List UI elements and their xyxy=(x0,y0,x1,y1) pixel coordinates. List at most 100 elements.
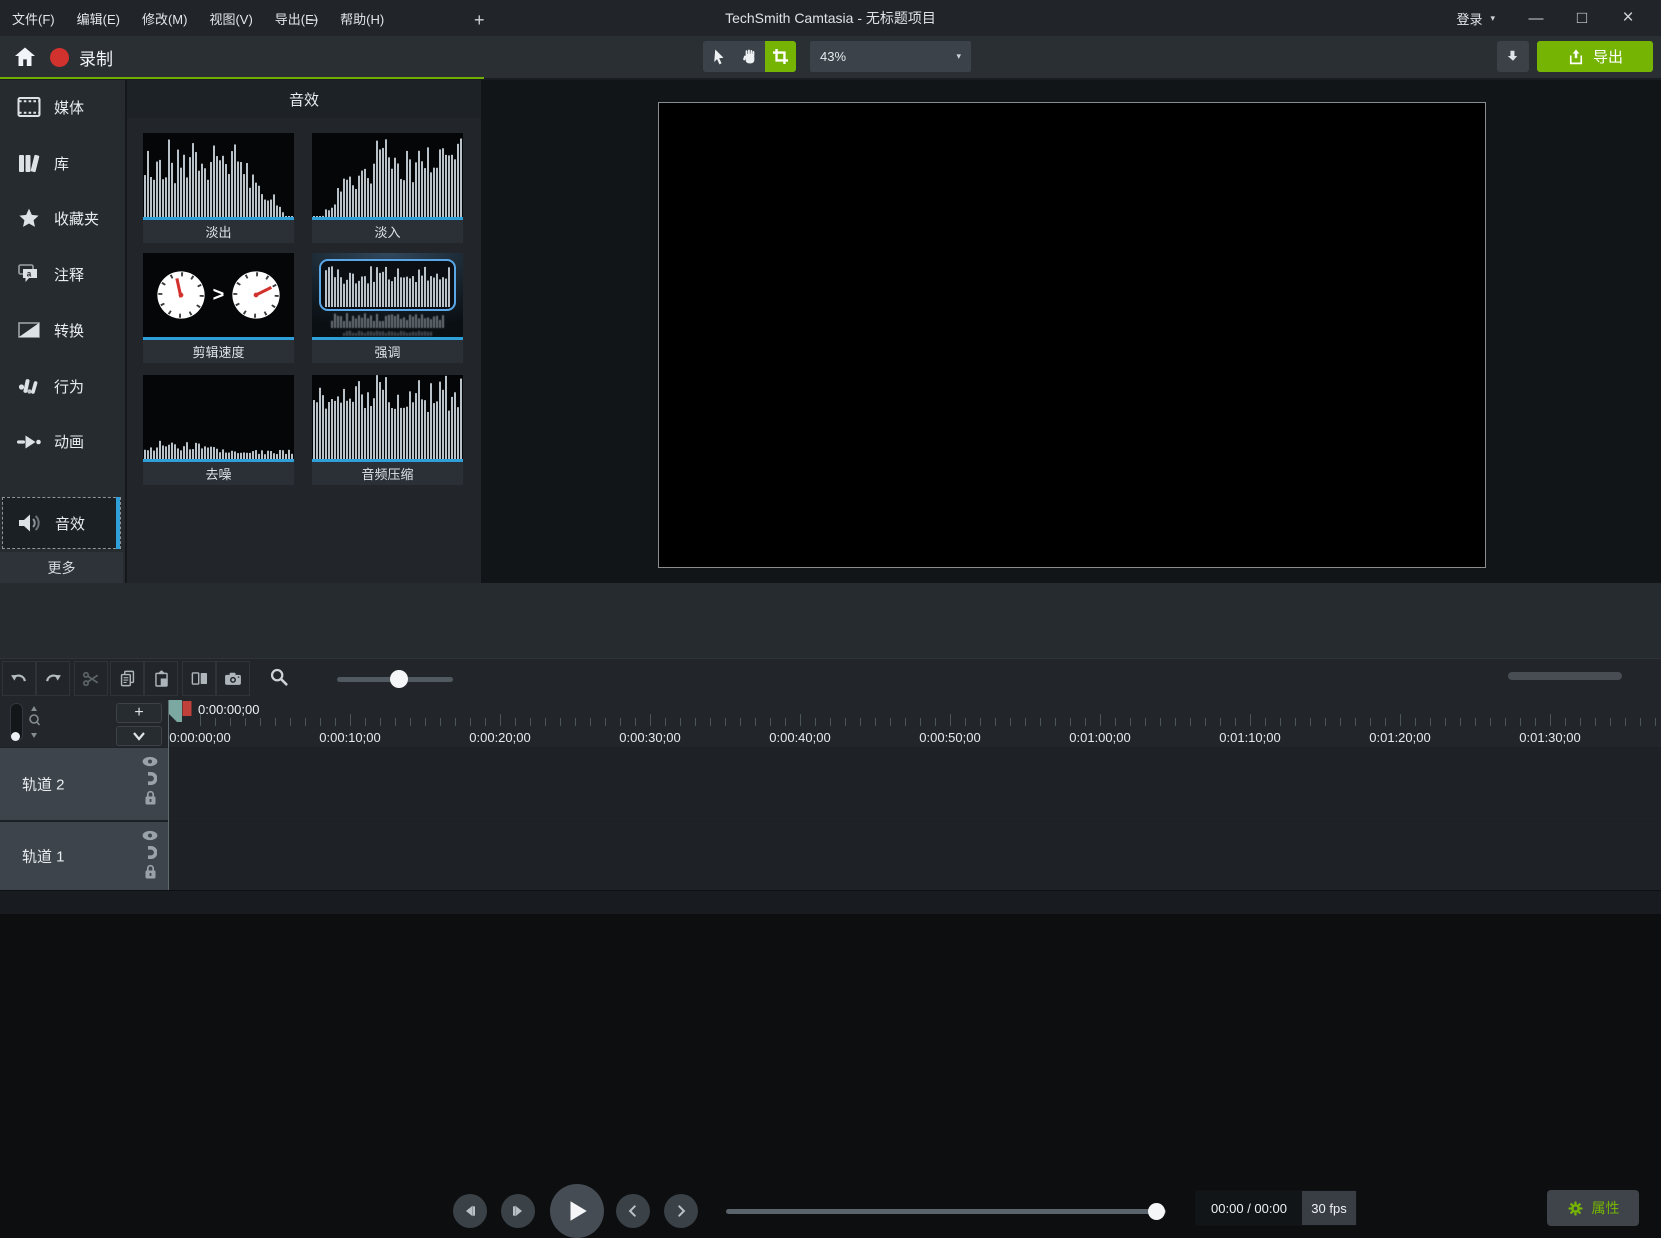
redo-button[interactable] xyxy=(36,661,70,696)
split-button[interactable] xyxy=(182,661,216,696)
track-1-header[interactable]: 轨道 1 xyxy=(0,822,168,890)
sidebar-item-media[interactable]: 媒体 xyxy=(2,81,121,133)
timeline-zoom-out-button[interactable]: − xyxy=(308,10,319,31)
annotation-icon: a xyxy=(16,263,42,285)
sidebar-item-audio-effects[interactable]: 音效 xyxy=(2,497,121,549)
jump-forward-button[interactable] xyxy=(664,1194,698,1228)
effect-card-audio-compression[interactable]: 音频压缩 xyxy=(312,375,463,485)
menu-modify[interactable]: 修改(M) xyxy=(142,9,188,28)
menu-edit[interactable]: 编辑(E) xyxy=(77,9,120,28)
eye-icon[interactable] xyxy=(142,830,158,841)
effect-thumbnail xyxy=(312,375,463,459)
next-frame-button[interactable] xyxy=(501,1194,535,1228)
sidebar-item-library[interactable]: 库 xyxy=(2,137,121,189)
sidebar-item-transitions[interactable]: 转换 xyxy=(2,304,121,356)
scrubber-track[interactable] xyxy=(726,1209,1166,1214)
effect-card-fade-out[interactable]: 淡出 xyxy=(143,133,294,243)
record-button[interactable]: 录制 xyxy=(50,40,113,74)
menu-view[interactable]: 视图(V) xyxy=(209,9,252,28)
film-icon xyxy=(16,96,42,118)
home-button[interactable] xyxy=(10,42,40,72)
behavior-icon xyxy=(16,375,42,397)
timeline-horizontal-scrollbar[interactable] xyxy=(1508,672,1622,680)
timeline-zoom-in-button[interactable]: + xyxy=(474,10,485,31)
magnet-icon[interactable] xyxy=(143,771,157,786)
timeline-zoom-slider-thumb[interactable] xyxy=(390,670,408,688)
window-controls: 登录 ▾ — □ × xyxy=(1438,0,1651,36)
effect-card-noise-removal[interactable]: 去噪 xyxy=(143,375,294,485)
effect-card-emphasize[interactable]: 强调 xyxy=(312,253,463,363)
play-button[interactable] xyxy=(550,1184,604,1238)
add-track-button[interactable]: + xyxy=(116,703,162,723)
minimize-button[interactable]: — xyxy=(1513,0,1559,36)
login-button[interactable]: 登录 ▾ xyxy=(1438,9,1513,28)
crop-tool-button[interactable] xyxy=(765,41,796,72)
track-2-lane[interactable] xyxy=(168,748,1661,820)
collapse-tracks-button[interactable] xyxy=(116,726,162,746)
effect-thumbnail xyxy=(312,133,463,217)
track-controls xyxy=(142,756,158,805)
chevron-down-icon xyxy=(132,731,146,741)
toolbar-accent-line xyxy=(0,77,484,79)
scrubber-thumb[interactable] xyxy=(1148,1203,1165,1220)
effect-thumbnail-selected xyxy=(312,253,463,337)
canvas-zoom-dropdown[interactable]: 43% ▾ xyxy=(810,41,971,72)
menu-file[interactable]: 文件(F) xyxy=(12,9,55,28)
audio-effects-panel: 音效 淡出 淡入 xyxy=(127,80,481,583)
maximize-button[interactable]: □ xyxy=(1559,0,1605,36)
playhead-line xyxy=(168,700,169,890)
sidebar-item-favorites[interactable]: 收藏夹 xyxy=(2,192,121,244)
maximize-icon: □ xyxy=(1577,8,1587,28)
ruler-label: 0:00:00;00 xyxy=(169,730,230,745)
copy-icon xyxy=(118,669,137,688)
effect-thumbnail xyxy=(143,375,294,459)
undo-button[interactable] xyxy=(2,661,36,696)
ruler-label: 0:01:20;00 xyxy=(1369,730,1430,745)
magnet-icon[interactable] xyxy=(143,845,157,860)
step-forward-icon xyxy=(510,1203,526,1219)
sidebar-item-animations[interactable]: 动画 xyxy=(2,415,121,467)
emphasize-waveform-frame xyxy=(319,259,456,311)
track-zoom-mini-icon xyxy=(26,704,42,742)
cursor-arrow-icon xyxy=(710,48,728,66)
home-icon xyxy=(13,45,37,69)
download-button[interactable] xyxy=(1497,41,1529,72)
properties-button[interactable]: 属性 xyxy=(1547,1190,1639,1226)
eye-icon[interactable] xyxy=(142,756,158,767)
effect-card-clip-speed[interactable]: > 剪辑速度 xyxy=(143,253,294,363)
lock-icon[interactable] xyxy=(144,790,157,805)
timeline-ruler[interactable]: 0:00:00;000:00:10;000:00:20;000:00:30;00… xyxy=(168,700,1661,747)
track-row-2: 轨道 2 xyxy=(0,748,1661,820)
select-tool-button[interactable] xyxy=(703,41,734,72)
frame-capture-button[interactable] xyxy=(216,661,250,696)
paste-button[interactable] xyxy=(144,661,178,696)
preview-stage[interactable] xyxy=(658,102,1486,568)
close-button[interactable]: × xyxy=(1605,0,1651,36)
menu-help[interactable]: 帮助(H) xyxy=(340,9,384,28)
canvas-tool-group xyxy=(703,41,796,72)
timeline-zoom-icon xyxy=(268,666,290,688)
jump-back-button[interactable] xyxy=(616,1194,650,1228)
previous-frame-button[interactable] xyxy=(453,1194,487,1228)
plus-icon: + xyxy=(134,704,143,722)
playhead-marker[interactable] xyxy=(168,694,194,724)
current-time: 00:00 / 00:00 xyxy=(1196,1191,1302,1225)
sidebar-item-behaviors[interactable]: 行为 xyxy=(2,360,121,412)
track-1-lane[interactable] xyxy=(168,822,1661,890)
sidebar-item-annotations[interactable]: a 注释 xyxy=(2,248,121,300)
effect-card-fade-in[interactable]: 淡入 xyxy=(312,133,463,243)
step-back-icon xyxy=(462,1203,478,1219)
export-button[interactable]: 导出 xyxy=(1537,41,1653,72)
track-height-slider-thumb[interactable] xyxy=(11,732,20,741)
timeline-bottom-gutter xyxy=(0,890,1661,914)
track-2-header[interactable]: 轨道 2 xyxy=(0,748,168,820)
speaker-icon xyxy=(17,512,43,534)
title-bar: 文件(F) 编辑(E) 修改(M) 视图(V) 导出(E) 帮助(H) Tech… xyxy=(0,0,1661,36)
pan-tool-button[interactable] xyxy=(734,41,765,72)
copy-button[interactable] xyxy=(110,661,144,696)
sidebar-more-button[interactable]: 更多 xyxy=(0,552,123,583)
cut-button[interactable] xyxy=(74,661,108,696)
lock-icon[interactable] xyxy=(144,864,157,879)
fps-display[interactable]: 30 fps xyxy=(1302,1191,1356,1225)
hand-icon xyxy=(741,48,759,66)
